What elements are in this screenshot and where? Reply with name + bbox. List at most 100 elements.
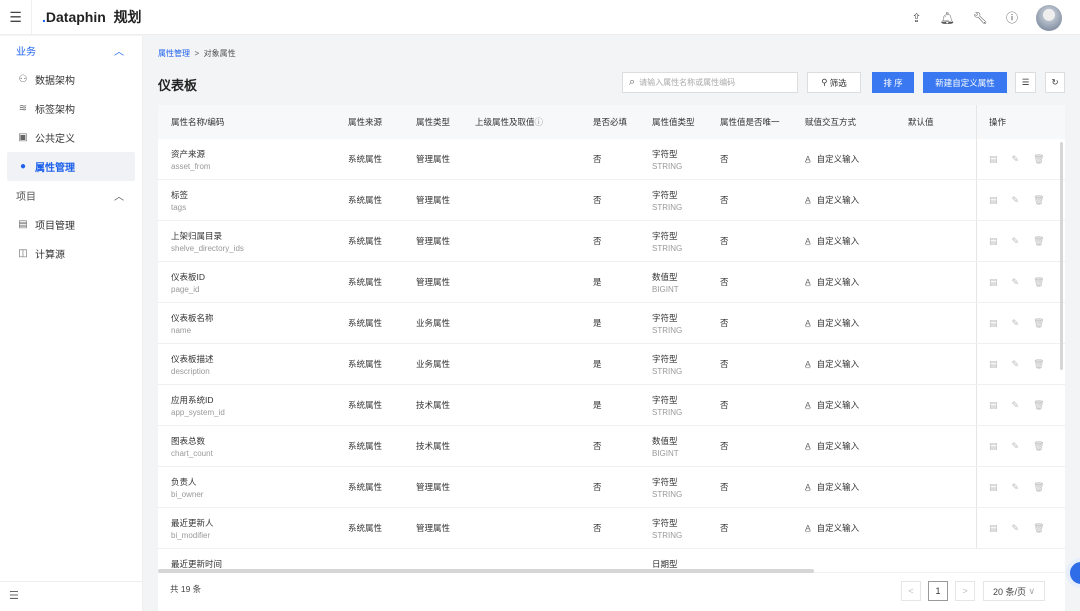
hierarchy-icon: ⚇ [18, 74, 28, 85]
unique-cell: 否 [720, 523, 729, 533]
edit-icon[interactable]: ✎ [1012, 400, 1020, 411]
table-row[interactable]: 上架归属目录 shelve_directory_ids 系统属性 管理属性 否 字符型 ST… [158, 221, 1065, 262]
assistant-button[interactable] [1066, 558, 1080, 588]
source-cell: 系统属性 [348, 195, 383, 205]
upload-icon[interactable]: ⇪ [911, 11, 921, 25]
delete-icon[interactable]: 🗑︎ [1033, 482, 1044, 493]
delete-icon[interactable]: 🗑︎ [1033, 400, 1044, 411]
sidebar-item-attribute-management[interactable]: ● 属性管理 [7, 152, 135, 181]
unique-cell: 否 [720, 277, 729, 287]
vertical-scrollbar[interactable] [1060, 142, 1063, 370]
view-icon[interactable]: ▤ [989, 482, 998, 493]
column-settings-icon[interactable]: ☰ [1015, 72, 1036, 93]
delete-icon[interactable]: 🗑︎ [1033, 154, 1044, 165]
edit-icon[interactable]: ✎ [1012, 523, 1020, 534]
wrench-icon[interactable]: 🔧︎ [973, 11, 988, 25]
filter-button[interactable]: ⚲ 筛选 [807, 72, 861, 93]
edit-icon[interactable]: ✎ [1012, 154, 1020, 165]
table-row[interactable]: 资产来源 asset_from 系统属性 管理属性 否 字符型 STRING 否 A̲ 自定义输… [158, 139, 1065, 180]
type-cell: 管理属性 [416, 154, 451, 164]
table-row[interactable]: 标签 tags 系统属性 管理属性 否 字符型 STRING 否 A̲ 自定义输入 ▤ ✎ 🗑︎ [158, 180, 1065, 221]
attribute-name-cell: 仪表板ID page_id [171, 271, 206, 294]
sidebar-item-public-definition[interactable]: ▣ 公共定义 [7, 123, 135, 152]
unique-cell: 否 [720, 400, 729, 410]
delete-icon[interactable]: 🗑︎ [1033, 236, 1044, 247]
logo[interactable]: .Dataphin 规划 [42, 7, 142, 27]
create-attribute-button[interactable]: 新建自定义属性 [923, 72, 1007, 93]
delete-icon[interactable]: 🗑︎ [1033, 277, 1044, 288]
source-cell: 系统属性 [348, 318, 383, 328]
delete-icon[interactable]: 🗑︎ [1033, 441, 1044, 452]
view-icon[interactable]: ▤ [989, 441, 998, 452]
column-header: 上级属性及取值 ⓘ [475, 116, 544, 128]
column-header: 操作 [976, 105, 1065, 139]
view-icon[interactable]: ▤ [989, 154, 998, 165]
interaction-mode-cell: A̲ 自定义输入 [805, 195, 860, 205]
table-row[interactable]: 仪表板描述 description 系统属性 业务属性 是 字符型 STRING 否 A̲ 自定… [158, 344, 1065, 385]
next-page-button[interactable]: > [955, 581, 975, 601]
bell-icon[interactable]: 🔔︎ [940, 11, 955, 25]
table-row[interactable]: 图表总数 chart_count 系统属性 技术属性 否 数值型 BIGINT 否 A̲ 自定义… [158, 426, 1065, 467]
delete-icon[interactable]: 🗑︎ [1033, 195, 1044, 206]
view-icon[interactable]: ▤ [989, 195, 998, 206]
column-header: 属性名称/编码 [171, 117, 225, 127]
search-input[interactable] [639, 78, 790, 87]
edit-icon[interactable]: ✎ [1012, 359, 1020, 370]
unique-cell: 否 [720, 441, 729, 451]
help-icon[interactable]: ⓘ [1006, 9, 1018, 26]
sort-button[interactable]: 排 序 [872, 72, 914, 93]
value-type-cell: 数值型 BIGINT [652, 435, 679, 458]
table-row[interactable]: 仪表板名称 name 系统属性 业务属性 是 字符型 STRING 否 A̲ 自定义输入 ▤ ✎ 🗑︎ [158, 303, 1065, 344]
delete-icon[interactable]: 🗑︎ [1033, 359, 1044, 370]
collapse-sidebar-icon[interactable]: ☰ [0, 581, 143, 611]
edit-icon[interactable]: ✎ [1012, 441, 1020, 452]
sidebar-group-project[interactable]: 项目 ︿ [0, 181, 142, 210]
search-box: ⌕ [622, 72, 798, 93]
edit-icon[interactable]: ✎ [1012, 236, 1020, 247]
edit-icon[interactable]: ✎ [1012, 482, 1020, 493]
hamburger-icon[interactable]: ☰ [0, 0, 32, 35]
view-icon[interactable]: ▤ [989, 523, 998, 534]
chevron-down-icon: ∨ [1028, 585, 1036, 596]
page-size-select[interactable]: 20 条/页 ∨ [983, 581, 1045, 601]
table-row[interactable]: 仪表板ID page_id 系统属性 管理属性 是 数值型 BIGINT 否 A̲ 自定义输入 ▤… [158, 262, 1065, 303]
prev-page-button[interactable]: < [901, 581, 921, 601]
required-cell: 否 [593, 195, 602, 205]
column-header: 属性值是否唯一 [720, 117, 780, 127]
interaction-mode-cell: A̲ 自定义输入 [805, 441, 860, 451]
delete-icon[interactable]: 🗑︎ [1033, 523, 1044, 534]
actions-cell: ▤ ✎ 🗑︎ [976, 221, 1065, 261]
required-cell: 是 [593, 400, 602, 410]
value-type-cell: 字符型 STRING [652, 312, 683, 335]
avatar[interactable] [1036, 4, 1062, 31]
sidebar-item-project-management[interactable]: ▤ 项目管理 [7, 210, 135, 239]
table-row[interactable]: 负责人 bi_owner 系统属性 管理属性 否 字符型 STRING 否 A̲ 自定义输入 ▤ ✎… [158, 467, 1065, 508]
interaction-mode-cell: A̲ 自定义输入 [805, 154, 860, 164]
page-1-button[interactable]: 1 [928, 581, 948, 601]
horizontal-scrollbar[interactable] [158, 569, 814, 573]
column-header: 属性类型 [416, 117, 451, 127]
refresh-icon[interactable]: ↻ [1045, 72, 1065, 93]
sidebar-item-tag-architecture[interactable]: ≋ 标签架构 [7, 94, 135, 123]
source-cell: 系统属性 [348, 359, 383, 369]
breadcrumb-parent[interactable]: 属性管理 [158, 49, 190, 58]
table-row[interactable]: 应用系统ID app_system_id 系统属性 技术属性 是 字符型 STRING 否 A̲… [158, 385, 1065, 426]
view-icon[interactable]: ▤ [989, 318, 998, 329]
view-icon[interactable]: ▤ [989, 277, 998, 288]
sidebar-item-data-architecture[interactable]: ⚇ 数据架构 [7, 65, 135, 94]
table-row[interactable]: 最近更新人 bi_modifier 系统属性 管理属性 否 字符型 STRING 否 A̲ 自定… [158, 508, 1065, 549]
column-header: 属性值类型 [652, 117, 695, 127]
sidebar-item-compute-source[interactable]: ◫ 计算源 [7, 239, 135, 268]
delete-icon[interactable]: 🗑︎ [1033, 318, 1044, 329]
edit-icon[interactable]: ✎ [1012, 277, 1020, 288]
view-icon[interactable]: ▤ [989, 400, 998, 411]
info-icon[interactable]: ⓘ [535, 116, 544, 128]
view-icon[interactable]: ▤ [989, 236, 998, 247]
sidebar-group-business[interactable]: 业务 ︿ [0, 36, 142, 65]
type-cell: 业务属性 [416, 359, 451, 369]
edit-icon[interactable]: ✎ [1012, 318, 1020, 329]
view-icon[interactable]: ▤ [989, 359, 998, 370]
type-cell: 管理属性 [416, 482, 451, 492]
edit-icon[interactable]: ✎ [1012, 195, 1020, 206]
type-cell: 技术属性 [416, 400, 451, 410]
